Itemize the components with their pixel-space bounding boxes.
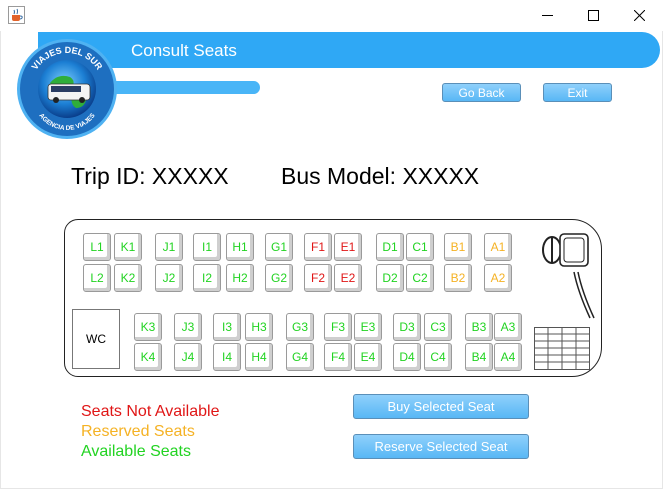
seat-f1[interactable]: F1 (304, 233, 332, 261)
seat-d3[interactable]: D3 (393, 313, 421, 341)
maximize-icon (587, 10, 599, 21)
seat-f2[interactable]: F2 (304, 264, 332, 292)
legend-available: Available Seats (81, 443, 191, 460)
seat-d1[interactable]: D1 (376, 233, 404, 261)
seat-j1[interactable]: J1 (155, 233, 183, 261)
seat-e1[interactable]: E1 (334, 233, 362, 261)
window-titlebar (0, 0, 663, 31)
seat-c4[interactable]: C4 (424, 343, 452, 371)
page-title: Consult Seats (131, 41, 237, 60)
wc-label: WC (86, 332, 106, 346)
seat-j4[interactable]: J4 (174, 343, 202, 371)
seat-k4[interactable]: K4 (134, 343, 162, 371)
driver-seat-steering-icon (542, 233, 595, 319)
minimize-button[interactable] (524, 0, 570, 31)
legend-not-available: Seats Not Available (81, 403, 220, 420)
seat-c1[interactable]: C1 (406, 233, 434, 261)
seat-h3[interactable]: H3 (245, 313, 273, 341)
go-back-button[interactable]: Go Back (442, 83, 521, 102)
seat-l1[interactable]: L1 (83, 233, 111, 261)
seat-g2[interactable]: G2 (265, 264, 293, 292)
company-logo: VIAJES DEL SUR AGENCIA DE VIAJES (17, 39, 117, 139)
seat-f4[interactable]: F4 (324, 343, 352, 371)
seat-d2[interactable]: D2 (376, 264, 404, 292)
seat-h1[interactable]: H1 (226, 233, 254, 261)
seat-g3[interactable]: G3 (286, 313, 314, 341)
close-button[interactable] (616, 0, 662, 31)
seat-b4[interactable]: B4 (465, 343, 493, 371)
seat-b1[interactable]: B1 (444, 233, 472, 261)
maximize-button[interactable] (570, 0, 616, 31)
seat-h2[interactable]: H2 (226, 264, 254, 292)
java-coffee-cup-icon (8, 6, 25, 24)
seat-g1[interactable]: G1 (265, 233, 293, 261)
legend-reserved: Reserved Seats (81, 423, 195, 440)
seat-d4[interactable]: D4 (393, 343, 421, 371)
seat-a2[interactable]: A2 (484, 264, 512, 292)
seat-j2[interactable]: J2 (155, 264, 183, 292)
seat-i3[interactable]: I3 (213, 313, 241, 341)
seat-b3[interactable]: B3 (465, 313, 493, 341)
seat-b2[interactable]: B2 (444, 264, 472, 292)
reserve-selected-seat-button[interactable]: Reserve Selected Seat (353, 434, 529, 459)
seat-e4[interactable]: E4 (354, 343, 382, 371)
close-icon (633, 10, 645, 21)
seat-a1[interactable]: A1 (484, 233, 512, 261)
seat-g4[interactable]: G4 (286, 343, 314, 371)
seat-a3[interactable]: A3 (494, 313, 522, 341)
seat-j3[interactable]: J3 (174, 313, 202, 341)
exit-button[interactable]: Exit (543, 83, 612, 102)
minimize-icon (541, 15, 553, 16)
seat-f3[interactable]: F3 (324, 313, 352, 341)
seat-i2[interactable]: I2 (193, 264, 221, 292)
seat-e2[interactable]: E2 (334, 264, 362, 292)
seat-l2[interactable]: L2 (83, 264, 111, 292)
buy-selected-seat-button[interactable]: Buy Selected Seat (353, 394, 529, 419)
wc-box: WC (72, 309, 120, 369)
seat-c2[interactable]: C2 (406, 264, 434, 292)
seat-c3[interactable]: C3 (424, 313, 452, 341)
seat-k2[interactable]: K2 (114, 264, 142, 292)
trip-id-label: Trip ID: XXXXX (71, 163, 229, 189)
seat-i1[interactable]: I1 (193, 233, 221, 261)
seat-k3[interactable]: K3 (134, 313, 162, 341)
seat-e3[interactable]: E3 (354, 313, 382, 341)
seat-k1[interactable]: K1 (114, 233, 142, 261)
seat-a4[interactable]: A4 (494, 343, 522, 371)
bus-door-stairs (534, 327, 590, 370)
seat-i4[interactable]: I4 (213, 343, 241, 371)
bus-model-label: Bus Model: XXXXX (281, 163, 480, 189)
seat-h4[interactable]: H4 (245, 343, 273, 371)
